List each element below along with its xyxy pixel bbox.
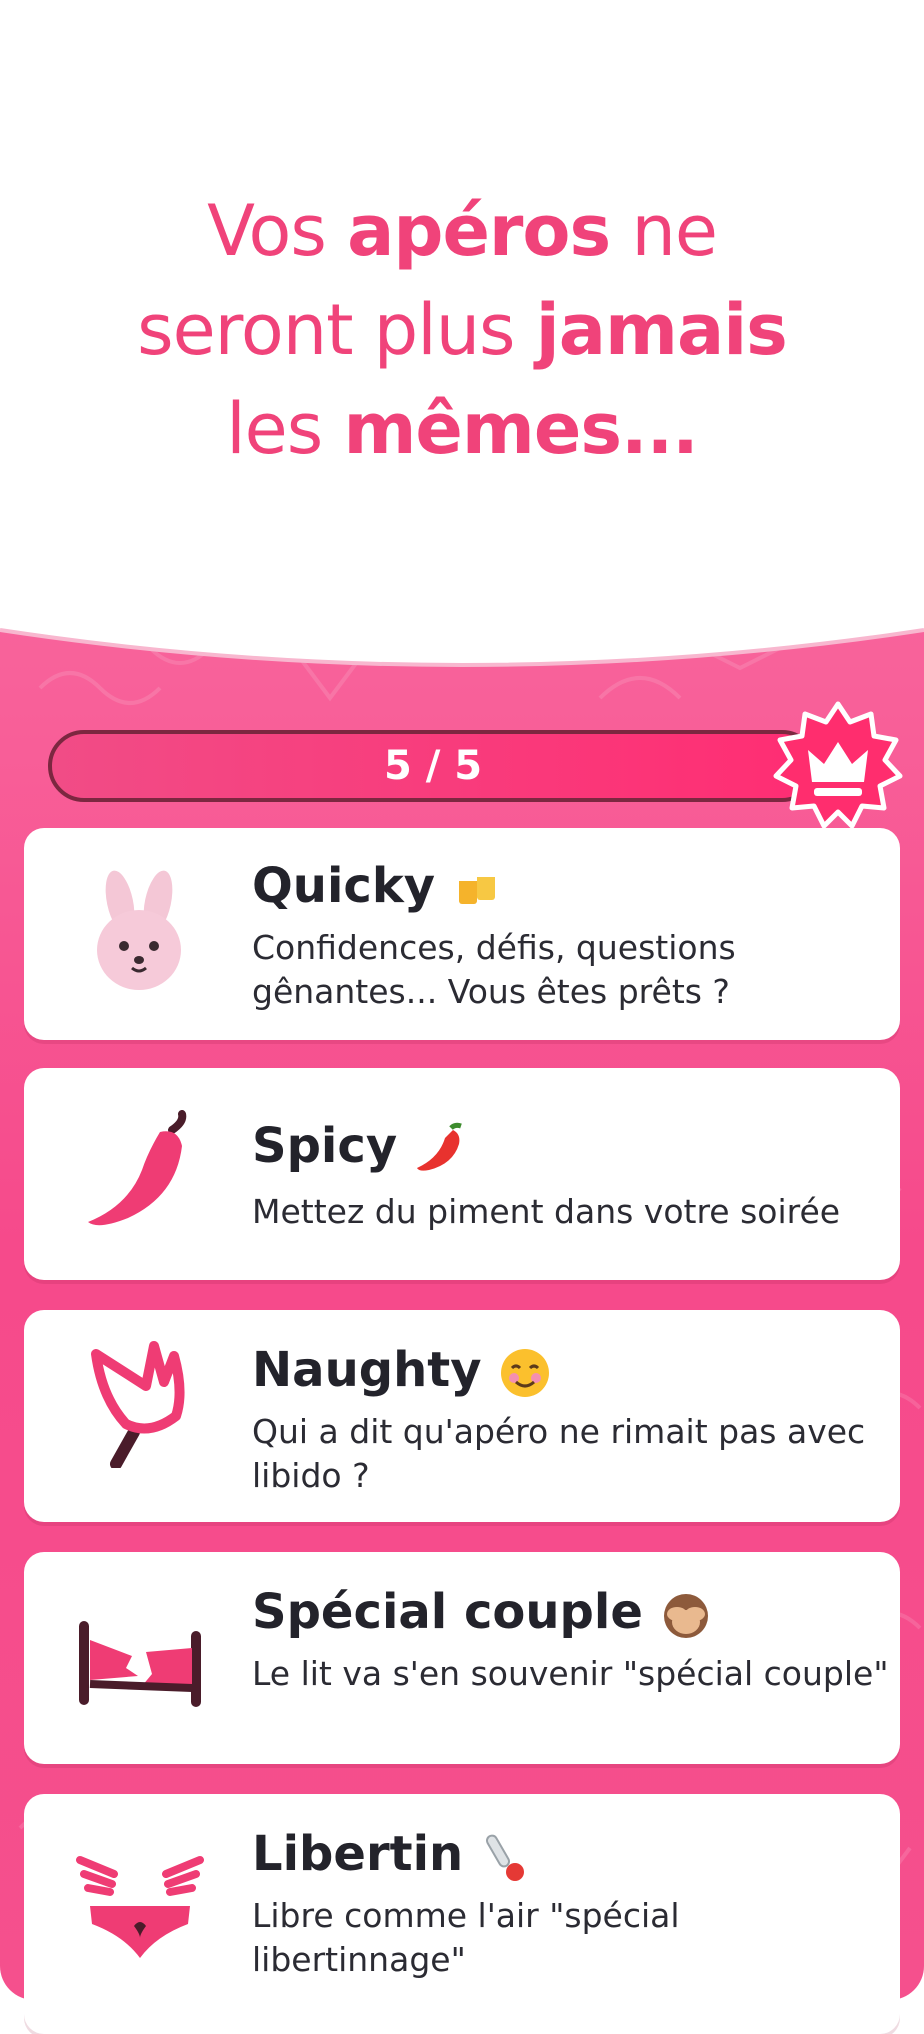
headline-line-3: les mêmes... (226, 388, 699, 470)
pack-title: Naughty (252, 1342, 552, 1400)
pack-title: Libertin (252, 1826, 533, 1884)
progress-bar: 5 / 5 (48, 730, 818, 802)
headline-line-1: Vos apéros ne (207, 190, 718, 272)
premium-crown-badge[interactable] (772, 700, 904, 832)
thermometer-emoji (486, 1834, 525, 1881)
pack-title: Spicy (252, 1118, 467, 1176)
pack-card-spicy[interactable]: Spicy Mettez du piment dans votre soirée (24, 1068, 900, 1280)
beer-mugs-emoji (459, 870, 496, 904)
progress-label: 5 / 5 (383, 743, 483, 789)
pack-description: Qui a dit qu'apéro ne rimait pas avec li… (252, 1412, 866, 1495)
pack-card-naughty[interactable]: Naughty Qui a dit qu'apéro ne rimait pas… (24, 1310, 900, 1522)
bunny-icon (97, 870, 181, 990)
hero-section: Vos apéros ne seront plus jamais les mêm… (0, 0, 924, 640)
pack-card-quicky[interactable]: Quicky Confidences, défis, questions gên… (24, 828, 900, 1040)
pack-title: Quicky (252, 858, 505, 916)
broken-bed-icon (79, 1621, 201, 1707)
pack-card-special-couple[interactable]: Spécial couple Le lit va s'en souvenir "… (24, 1552, 900, 1764)
headline: Vos apéros ne seront plus jamais les mêm… (0, 182, 924, 479)
smiling-face-emoji (500, 1349, 549, 1397)
chili-pepper-emoji (417, 1122, 462, 1171)
see-no-evil-monkey-emoji (663, 1594, 708, 1638)
chili-icon (88, 1110, 187, 1226)
pack-title: Spécial couple (252, 1584, 713, 1642)
pack-description: Mettez du piment dans votre soirée (252, 1192, 841, 1231)
pack-card-libertin[interactable]: Libertin Libre comme l'air "spécial libe… (24, 1794, 900, 2034)
headline-line-2: seront plus jamais (137, 289, 788, 371)
pack-description: Libre comme l'air "spécial libertinnage" (252, 1896, 680, 1979)
trident-icon (91, 1341, 185, 1468)
winged-panties-icon (76, 1856, 204, 1958)
pack-description: Le lit va s'en souvenir "spécial couple" (252, 1654, 889, 1693)
pack-description: Confidences, défis, questions gênantes..… (252, 928, 736, 1011)
